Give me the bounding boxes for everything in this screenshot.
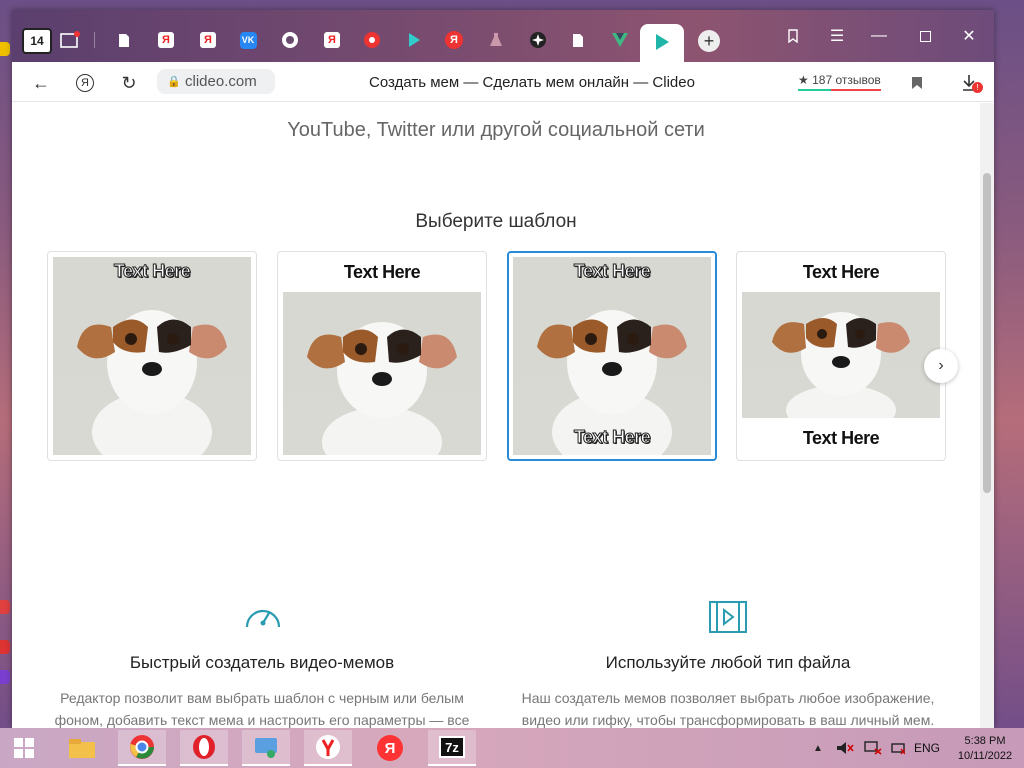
yandex-browser-icon[interactable] bbox=[304, 730, 352, 766]
tab-bar: 14 Я Я VK Я Я + ☰ — ✕ bbox=[12, 10, 994, 62]
dog-image bbox=[537, 310, 687, 455]
dog-photo: Text Here Text Here bbox=[513, 257, 711, 455]
file-explorer-icon[interactable] bbox=[58, 730, 106, 766]
speedometer-icon bbox=[244, 601, 282, 636]
volume-muted-icon[interactable] bbox=[832, 730, 858, 766]
menu-icon[interactable]: ☰ bbox=[822, 24, 852, 48]
tab-yandex-icon[interactable]: Я bbox=[442, 27, 466, 53]
taskbar: Я 7z ▲ ENG 5:38 PM 10/11/2022 bbox=[0, 728, 1024, 768]
tab-count-button[interactable]: 14 bbox=[22, 28, 52, 54]
browser-window: 14 Я Я VK Я Я + ☰ — ✕ ← Я ↻ 🔒 clideo.com… bbox=[12, 10, 994, 728]
tab-github-icon[interactable] bbox=[278, 27, 302, 53]
tab-yandex-icon[interactable]: Я bbox=[320, 27, 344, 53]
reviews-link[interactable]: ★ 187 отзывов bbox=[798, 73, 881, 91]
clock[interactable]: 5:38 PM 10/11/2022 bbox=[950, 734, 1020, 764]
dog-photo: Text Here bbox=[53, 257, 251, 455]
tab-flask-icon[interactable] bbox=[484, 27, 508, 53]
chrome-icon[interactable] bbox=[118, 730, 166, 766]
url-domain: clideo.com bbox=[185, 73, 257, 90]
new-tab-folder-icon[interactable] bbox=[58, 27, 82, 53]
dog-image bbox=[77, 310, 227, 455]
page-content: YouTube, Twitter или другой социальной с… bbox=[12, 103, 980, 728]
template-card[interactable]: Text Here Text Here bbox=[736, 251, 946, 461]
lock-icon: 🔒 bbox=[167, 76, 181, 88]
top-caption: Text Here bbox=[573, 261, 651, 282]
bookmark-icon[interactable] bbox=[904, 70, 930, 96]
tab-count-label: 14 bbox=[30, 34, 44, 48]
maximize-icon[interactable] bbox=[910, 24, 940, 48]
tab-red-circle-icon[interactable] bbox=[360, 27, 384, 53]
control-panel-icon[interactable] bbox=[242, 730, 290, 766]
clock-date: 10/11/2022 bbox=[957, 750, 1013, 762]
template-card[interactable]: Text Here bbox=[47, 251, 257, 461]
minimize-icon[interactable]: — bbox=[864, 24, 894, 48]
tab-vk-icon[interactable]: VK bbox=[236, 27, 260, 53]
tab-document-icon[interactable] bbox=[112, 27, 136, 53]
bottom-caption: Text Here bbox=[802, 428, 880, 448]
page-scrollbar[interactable] bbox=[980, 103, 994, 728]
tray-chevron-icon[interactable]: ▲ bbox=[808, 730, 828, 766]
feature-description: Наш создатель мемов позволяет выбрать лю… bbox=[521, 690, 935, 728]
yandex-icon[interactable]: Я bbox=[366, 730, 414, 766]
network-icon[interactable] bbox=[860, 730, 886, 766]
top-caption: Text Here bbox=[802, 262, 880, 282]
close-icon[interactable]: ✕ bbox=[954, 24, 984, 48]
opera-icon[interactable] bbox=[180, 730, 228, 766]
dog-image bbox=[307, 322, 457, 455]
dog-image bbox=[772, 312, 910, 418]
template-section-title: Выберите шаблон bbox=[415, 211, 577, 232]
tab-vue-icon[interactable] bbox=[608, 27, 632, 53]
power-icon[interactable] bbox=[886, 730, 910, 766]
7zip-icon[interactable]: 7z bbox=[428, 730, 476, 766]
feature-description: Редактор позволит вам выбрать шаблон с ч… bbox=[54, 690, 470, 728]
tab-yandex-icon[interactable]: Я bbox=[196, 27, 220, 53]
address-bar: ← Я ↻ 🔒 clideo.com Создать мем — Сделать… bbox=[12, 62, 994, 102]
dog-photo bbox=[283, 292, 481, 455]
desktop-icon[interactable] bbox=[0, 42, 10, 56]
carousel-next-icon[interactable]: › bbox=[924, 349, 958, 383]
tab-clideo-active[interactable] bbox=[640, 24, 684, 62]
feature-title: Используйте любой тип файла bbox=[605, 653, 851, 672]
yandex-home-icon[interactable]: Я bbox=[72, 70, 98, 96]
template-card-selected[interactable]: Text Here Text Here bbox=[507, 251, 717, 461]
desktop-icon[interactable] bbox=[0, 600, 10, 614]
tab-sparkle-icon[interactable] bbox=[526, 27, 550, 53]
new-tab-plus-icon[interactable]: + bbox=[698, 30, 720, 52]
feature-title: Быстрый создатель видео-мемов bbox=[129, 653, 395, 672]
tab-play-icon[interactable] bbox=[402, 27, 426, 53]
desktop-icon[interactable] bbox=[0, 640, 10, 654]
windows-start-icon[interactable] bbox=[0, 730, 48, 766]
language-indicator[interactable]: ENG bbox=[914, 741, 940, 755]
url-field[interactable]: 🔒 clideo.com bbox=[157, 69, 275, 94]
template-card[interactable]: Text Here bbox=[277, 251, 487, 461]
desktop-edge bbox=[0, 0, 12, 728]
video-file-icon bbox=[709, 601, 747, 638]
back-arrow-icon[interactable]: ← bbox=[28, 70, 54, 96]
dog-photo bbox=[742, 292, 940, 418]
page-title: Создать мем — Сделать мем онлайн — Clide… bbox=[369, 74, 695, 91]
top-caption: Text Here bbox=[113, 261, 191, 282]
scrollbar-thumb[interactable] bbox=[983, 173, 991, 493]
download-badge: ! bbox=[972, 82, 983, 93]
clock-time: 5:38 PM bbox=[964, 735, 1006, 747]
reload-icon[interactable]: ↻ bbox=[116, 70, 142, 96]
page-subtitle: YouTube, Twitter или другой социальной с… bbox=[287, 119, 705, 141]
collections-icon[interactable] bbox=[778, 24, 808, 48]
tab-yandex-icon[interactable]: Я bbox=[154, 27, 178, 53]
download-icon[interactable]: ! bbox=[956, 70, 983, 96]
bottom-caption: Text Here bbox=[573, 427, 651, 448]
tab-document-icon[interactable] bbox=[566, 27, 590, 53]
desktop-icon[interactable] bbox=[0, 670, 10, 684]
top-caption: Text Here bbox=[343, 262, 421, 282]
